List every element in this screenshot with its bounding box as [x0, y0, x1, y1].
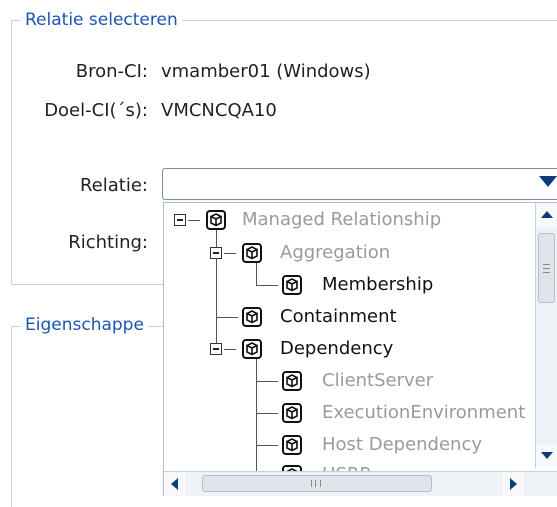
- properties-title: Eigenschappe: [21, 315, 148, 335]
- tree-item-label: Membership: [322, 274, 434, 295]
- tree-connector: [216, 227, 217, 249]
- tree-connector: [256, 285, 278, 286]
- tree-item-label: Managed Relationship: [242, 209, 442, 230]
- ci-cube-icon: [282, 403, 302, 423]
- relation-dropdown-popup[interactable]: Managed Relationship Aggregation Members…: [163, 202, 557, 496]
- tree-connector: [256, 381, 278, 382]
- scroll-up-button[interactable]: [536, 203, 557, 227]
- scroll-down-button[interactable]: [536, 444, 557, 468]
- target-ci-value: VMCNCQA10: [161, 100, 277, 121]
- direction-label: Richting:: [68, 232, 148, 253]
- target-ci-label: Doel-CI(´s):: [44, 100, 148, 121]
- ci-cube-icon: [242, 307, 262, 327]
- collapse-toggle-icon[interactable]: [174, 214, 186, 226]
- arrow-up-icon: [541, 211, 553, 218]
- relation-combobox[interactable]: [162, 168, 557, 200]
- grip-icon: [543, 264, 550, 273]
- scroll-left-button[interactable]: [164, 472, 186, 496]
- collapse-toggle-icon[interactable]: [210, 343, 222, 355]
- ci-cube-icon: [282, 371, 302, 391]
- horizontal-scroll-thumb[interactable]: [202, 475, 432, 492]
- ci-cube-icon: [242, 243, 262, 263]
- tree-connector: [256, 263, 257, 285]
- tree-item-label: Containment: [280, 306, 397, 327]
- arrow-down-icon: [541, 452, 553, 459]
- arrow-left-icon: [171, 478, 178, 490]
- tree-item-label: Host Dependency: [322, 434, 483, 455]
- tree-connector: [216, 317, 238, 318]
- source-ci-value: vmamber01 (Windows): [161, 61, 371, 82]
- relation-select-title: Relatie selecteren: [21, 10, 182, 30]
- arrow-right-icon: [510, 478, 517, 490]
- ci-cube-icon: [282, 275, 302, 295]
- ci-cube-icon: [282, 435, 302, 455]
- ci-cube-icon: [242, 339, 262, 359]
- scroll-right-button[interactable]: [502, 472, 524, 496]
- relation-label: Relatie:: [79, 175, 148, 196]
- ci-cube-icon: [206, 210, 226, 230]
- vertical-scrollbar[interactable]: [535, 203, 557, 468]
- dropdown-arrow-icon[interactable]: [539, 176, 557, 187]
- tree-connector: [188, 220, 200, 221]
- vertical-scroll-thumb[interactable]: [538, 233, 555, 303]
- tree-connector: [216, 259, 217, 351]
- tree-item-label: Aggregation: [280, 242, 391, 263]
- collapse-toggle-icon[interactable]: [210, 247, 222, 259]
- tree-connector: [256, 359, 257, 479]
- tree-connector: [224, 253, 236, 254]
- grip-icon: [311, 480, 321, 487]
- tree-item-label: ClientServer: [322, 370, 434, 391]
- tree-connector: [256, 445, 278, 446]
- horizontal-scrollbar[interactable]: [164, 471, 557, 496]
- tree-connector: [224, 349, 236, 350]
- tree-item-label: Dependency: [280, 338, 394, 359]
- tree-item-label: ExecutionEnvironment: [322, 402, 526, 423]
- tree-connector: [256, 413, 278, 414]
- source-ci-label: Bron-CI:: [75, 61, 148, 82]
